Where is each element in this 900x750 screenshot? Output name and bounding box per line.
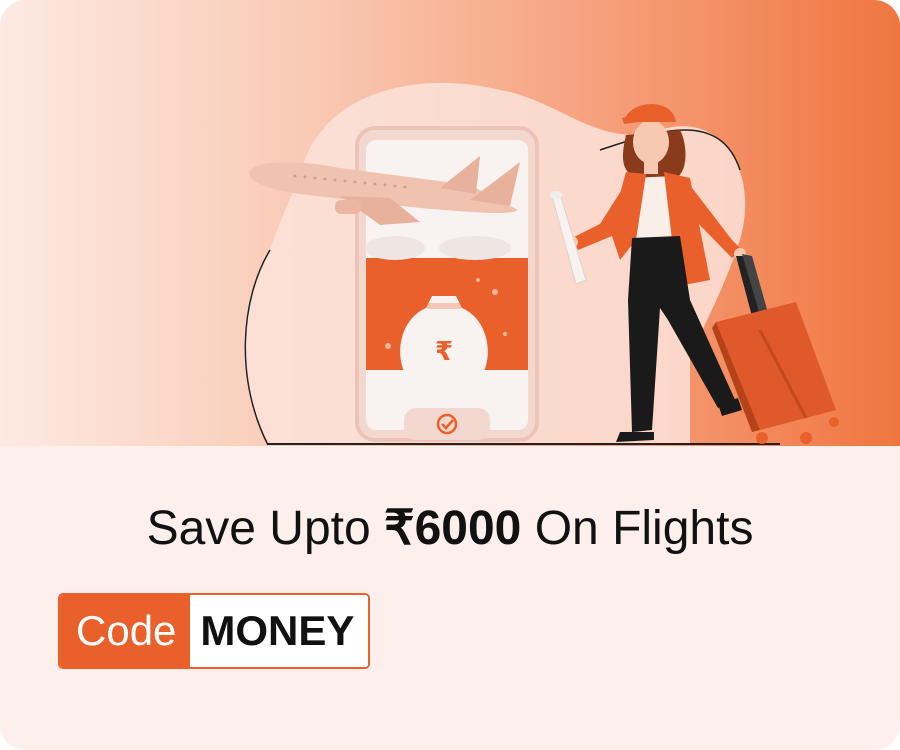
- svg-text:₹: ₹: [435, 337, 453, 367]
- hero-illustration: ₹: [243, 82, 839, 446]
- coupon-code[interactable]: MONEY: [190, 595, 369, 667]
- headline-prefix: Save Upto: [146, 502, 385, 555]
- headline-suffix: On Flights: [521, 502, 754, 555]
- offer-headline: Save Upto ₹6000 On Flights: [0, 500, 900, 556]
- coupon-code-box[interactable]: Code MONEY: [58, 593, 371, 669]
- headline-amount: ₹6000: [384, 502, 522, 555]
- offer-card[interactable]: ₹ Save Upto ₹6000 On Flights Code MONEY: [0, 0, 900, 750]
- hero-banner: ₹: [0, 0, 900, 446]
- suitcase-icon: [712, 254, 839, 444]
- coupon-label: Code: [60, 595, 191, 667]
